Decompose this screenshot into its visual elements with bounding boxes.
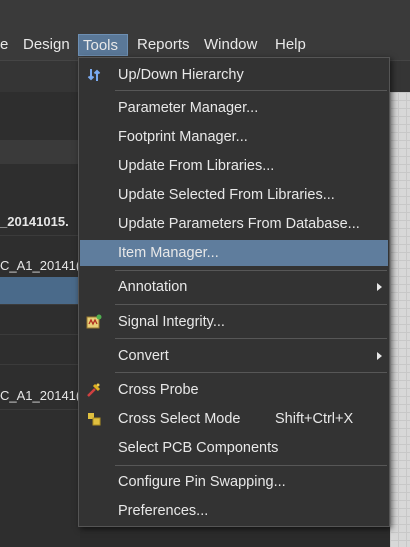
separator <box>115 270 387 271</box>
menu-item-label: Up/Down Hierarchy <box>118 67 244 83</box>
menu-item-label: Preferences... <box>118 503 209 519</box>
menu-item-parameter-manager[interactable]: Parameter Manager... <box>80 95 388 121</box>
menu-item-label: Update From Libraries... <box>118 158 275 174</box>
menu-item-update-selected-from-libraries[interactable]: Update Selected From Libraries... <box>80 182 388 208</box>
menu-item-label: Configure Pin Swapping... <box>118 474 286 490</box>
separator <box>115 372 387 373</box>
hierarchy-arrows-icon <box>86 67 102 83</box>
menu-item-update-from-libraries[interactable]: Update From Libraries... <box>80 153 388 179</box>
menu-item-label: Update Selected From Libraries... <box>118 187 335 203</box>
menu-item-label: Annotation <box>118 279 188 295</box>
menu-reports[interactable]: Reports <box>133 34 194 56</box>
panel-row-selected[interactable] <box>0 277 80 305</box>
menu-item-select-pcb-components[interactable]: Select PCB Components <box>80 435 388 461</box>
menu-item-update-parameters-from-database[interactable]: Update Parameters From Database... <box>80 211 388 237</box>
menu-item-label: Item Manager... <box>118 245 219 261</box>
menu-design[interactable]: Design <box>19 34 74 56</box>
menu-window[interactable]: Window <box>200 34 261 56</box>
panel-header <box>0 140 80 164</box>
menu-help[interactable]: Help <box>271 34 310 56</box>
menu-item-item-manager[interactable]: Item Manager... <box>80 240 388 266</box>
menu-item-cross-select-mode[interactable]: Cross Select Mode Shift+Ctrl+X <box>80 406 388 432</box>
menu-item-preferences[interactable]: Preferences... <box>80 498 388 524</box>
menu-file-partial[interactable]: e <box>0 34 12 56</box>
menu-tools[interactable]: Tools <box>78 34 128 56</box>
menu-item-label: Signal Integrity... <box>118 314 225 330</box>
menu-item-label: Footprint Manager... <box>118 129 248 145</box>
cross-probe-icon <box>86 382 102 398</box>
separator <box>115 465 387 466</box>
menu-item-signal-integrity[interactable]: Signal Integrity... <box>80 309 388 335</box>
submenu-arrow-icon <box>377 352 382 360</box>
tools-menu: Up/Down Hierarchy Parameter Manager... F… <box>78 57 390 527</box>
separator <box>115 90 387 91</box>
signal-integrity-icon <box>86 314 102 330</box>
menu-item-footprint-manager[interactable]: Footprint Manager... <box>80 124 388 150</box>
panel-row[interactable] <box>0 337 80 365</box>
menu-item-label: Cross Probe <box>118 382 199 398</box>
panel-row[interactable]: C_A1_20141( <box>0 252 80 280</box>
menu-item-cross-probe[interactable]: Cross Probe <box>80 377 388 403</box>
panel-row[interactable] <box>0 307 80 335</box>
menu-item-shortcut: Shift+Ctrl+X <box>275 411 354 427</box>
menu-item-label: Parameter Manager... <box>118 100 259 116</box>
menu-item-convert[interactable]: Convert <box>80 343 388 369</box>
submenu-arrow-icon <box>377 283 382 291</box>
projects-panel: _20141015. C_A1_20141( C_A1_20141( <box>0 92 80 547</box>
menu-item-up-down-hierarchy[interactable]: Up/Down Hierarchy <box>80 62 388 88</box>
separator <box>115 338 387 339</box>
menubar: e Design Tools Reports Window Help <box>0 0 410 60</box>
menu-item-label: Convert <box>118 348 169 364</box>
menu-item-label: Update Parameters From Database... <box>118 216 360 232</box>
menu-item-label: Select PCB Components <box>118 440 279 456</box>
menu-item-label: Cross Select Mode <box>118 411 241 427</box>
separator <box>115 304 387 305</box>
schematic-canvas[interactable] <box>390 92 410 547</box>
menu-item-annotation[interactable]: Annotation <box>80 274 388 300</box>
cross-select-icon <box>86 411 102 427</box>
panel-row[interactable]: _20141015. <box>0 208 80 236</box>
panel-row[interactable]: C_A1_20141( <box>0 382 80 410</box>
menu-item-configure-pin-swapping[interactable]: Configure Pin Swapping... <box>80 469 388 495</box>
